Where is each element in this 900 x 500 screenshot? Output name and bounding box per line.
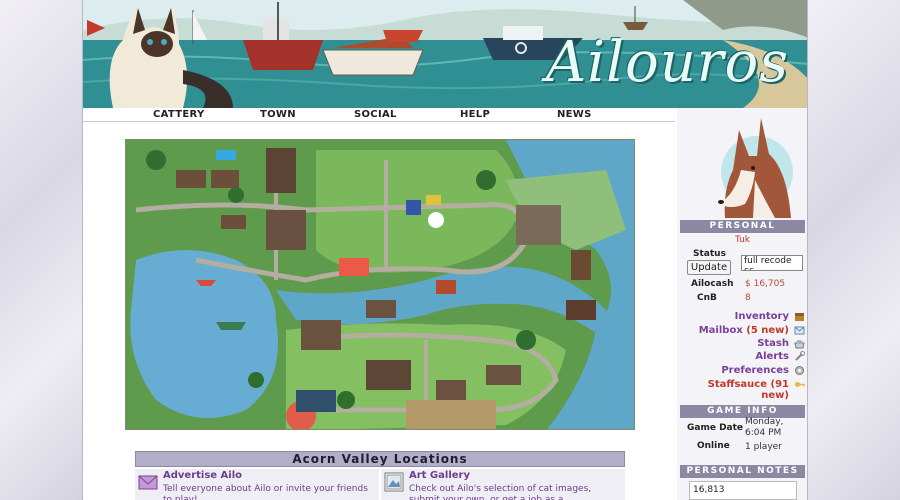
inventory-link[interactable]: Inventory xyxy=(735,311,789,322)
ailocash-label: Ailocash xyxy=(691,279,734,289)
alerts-link[interactable]: Alerts xyxy=(755,351,789,362)
preferences-link-label: Preferences xyxy=(721,365,789,376)
staffsauce-link-label: Staffsauce xyxy=(707,379,768,390)
game-date-value: Monday, 6:04 PM xyxy=(745,417,784,438)
username[interactable]: Tuk xyxy=(680,235,805,245)
nav-social[interactable]: SOCIAL xyxy=(354,109,397,120)
envelope-icon xyxy=(138,475,158,490)
inventory-link-label: Inventory xyxy=(734,311,789,322)
picture-frame-icon xyxy=(384,472,404,492)
page-container: Ailouros CATTERY TOWN SOCIAL HELP NEWS A… xyxy=(82,0,808,500)
background-right xyxy=(808,0,900,500)
location-title[interactable]: Art Gallery xyxy=(409,470,470,481)
alerts-link-label: Alerts xyxy=(755,351,789,362)
cnb-label: CnB xyxy=(697,293,717,303)
location-title[interactable]: Advertise Ailo xyxy=(163,470,242,481)
personal-heading: PERSONAL xyxy=(680,220,805,233)
nav-help[interactable]: HELP xyxy=(460,109,490,120)
nav-cattery[interactable]: CATTERY xyxy=(153,109,205,120)
main-nav: CATTERY TOWN SOCIAL HELP NEWS xyxy=(83,108,675,122)
mail-icon xyxy=(794,326,805,335)
key-icon xyxy=(795,382,805,387)
avatar[interactable] xyxy=(695,110,795,218)
location-description: Check out Ailo's selection of cat images… xyxy=(409,484,592,500)
town-map[interactable] xyxy=(125,139,635,430)
personal-notes-textarea[interactable]: 16,813 xyxy=(689,481,797,500)
chest-icon xyxy=(795,313,804,321)
update-status-button[interactable]: Update xyxy=(687,260,731,275)
right-sidebar: PERSONAL Tuk Status Update full recode c… xyxy=(677,108,807,500)
cnb-value: 8 xyxy=(745,293,751,303)
dog-portrait-icon xyxy=(718,118,793,218)
location-advertise[interactable]: Advertise Ailo Tell everyone about Ailo … xyxy=(135,469,379,500)
game-date-label: Game Date xyxy=(687,423,744,433)
mailbox-new-count: (5 new) xyxy=(746,325,789,336)
preferences-link[interactable]: Preferences xyxy=(721,365,789,376)
staffsauce-link[interactable]: Staffsauce (91 new) xyxy=(677,379,789,401)
locations-heading: Acorn Valley Locations xyxy=(135,451,625,467)
status-label: Status xyxy=(693,249,726,259)
stash-icon xyxy=(794,340,805,349)
mailbox-link[interactable]: Mailbox (5 new) xyxy=(699,325,789,336)
mailbox-link-label: Mailbox xyxy=(698,325,743,336)
online-value[interactable]: 1 player xyxy=(745,442,782,452)
nav-town[interactable]: TOWN xyxy=(260,109,296,120)
site-logo-text: Ailouros xyxy=(545,30,789,95)
location-description: Tell everyone about Ailo or invite your … xyxy=(163,484,368,500)
stash-link[interactable]: Stash xyxy=(757,338,789,349)
gear-icon xyxy=(795,366,804,375)
personal-notes-heading: PERSONAL NOTES xyxy=(680,465,805,478)
site-banner[interactable]: Ailouros xyxy=(83,0,807,108)
town-map-illustration xyxy=(126,140,634,429)
ailocash-value: $ 16,705 xyxy=(745,279,786,289)
nav-news[interactable]: NEWS xyxy=(557,109,592,120)
status-input[interactable]: full recode cc xyxy=(741,255,803,271)
wrench-icon xyxy=(795,351,805,361)
location-art-gallery[interactable]: Art Gallery Check out Ailo's selection o… xyxy=(381,469,625,500)
background-left xyxy=(0,0,82,500)
stash-link-label: Stash xyxy=(757,338,789,349)
online-label: Online xyxy=(697,441,730,451)
